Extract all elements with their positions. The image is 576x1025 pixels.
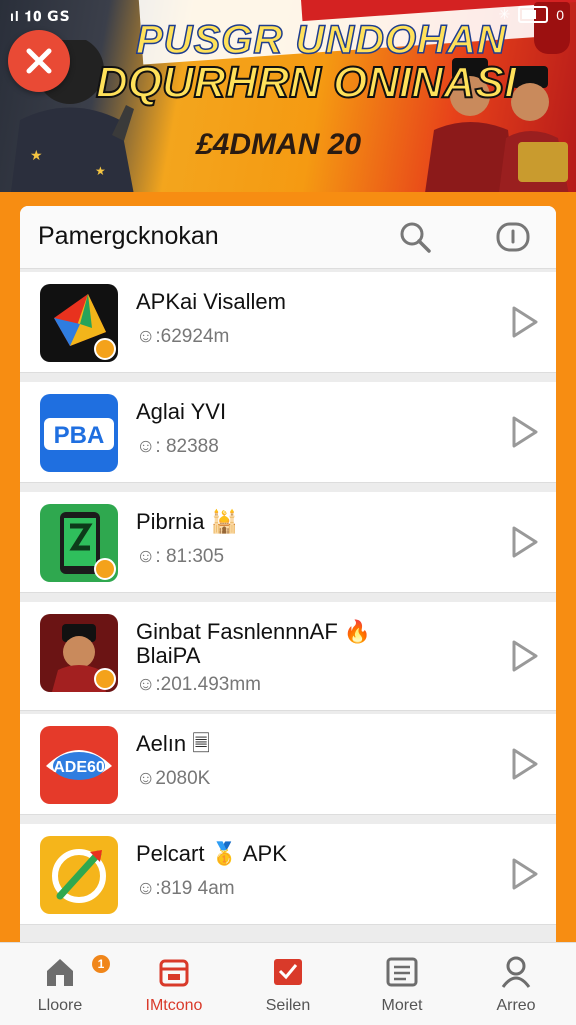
info-button[interactable] bbox=[494, 218, 532, 256]
app-name-line1: Ginbat FasnlennnAF 🔥 bbox=[136, 619, 372, 644]
list-item[interactable]: APKai Visallem ☺:62924m bbox=[20, 272, 556, 373]
app-name: APKai Visallem bbox=[136, 289, 286, 314]
search-icon bbox=[400, 222, 431, 253]
app-meta: ☺2080K bbox=[136, 768, 211, 789]
app-meta: ☺:62924m bbox=[136, 326, 230, 347]
bottom-navigation: 1 Lloore IMtcono Seilen Moret Arreo bbox=[0, 942, 576, 1025]
app-badge bbox=[94, 338, 116, 360]
banner-headline: PUSGR UNDOHAN bbox=[135, 17, 507, 63]
play-icon[interactable] bbox=[504, 636, 544, 676]
nav-home-label: Lloore bbox=[37, 997, 83, 1014]
nav-account[interactable]: Arreo bbox=[466, 953, 566, 1023]
pba-app-icon: PBA bbox=[40, 394, 118, 472]
battery-icon bbox=[518, 6, 549, 23]
nav-stats[interactable]: Seilen bbox=[238, 953, 338, 1023]
panel-header: Pamergcknokan bbox=[20, 206, 556, 269]
home-icon bbox=[47, 959, 73, 986]
ade-app-icon: ADE60 bbox=[40, 726, 118, 804]
banner-promo-text: £4DMAN 20 bbox=[196, 128, 362, 161]
nav-more-label: Moret bbox=[381, 997, 423, 1014]
info-icon bbox=[496, 222, 530, 252]
phone-s-app-icon bbox=[40, 504, 118, 582]
app-name: Pibrnia 🕌 bbox=[136, 509, 238, 534]
close-icon bbox=[26, 48, 52, 74]
app-name: Aglai YVI bbox=[136, 399, 227, 424]
app-name: Pelcart 🥇 APK bbox=[136, 841, 287, 866]
app-badge bbox=[94, 668, 116, 690]
user-icon bbox=[501, 956, 531, 988]
app-list-panel: Pamergcknokan APKai Visallem ☺:62924m PB… bbox=[20, 206, 556, 966]
app-meta: ☺:819 4am bbox=[136, 878, 235, 899]
svg-text:★: ★ bbox=[30, 147, 43, 163]
app-badge bbox=[94, 558, 116, 580]
app-name: Aelın 🗏 bbox=[136, 731, 210, 756]
nav-account-label: Arreo bbox=[496, 997, 536, 1014]
play-icon[interactable] bbox=[504, 854, 544, 894]
soldier-app-icon bbox=[40, 614, 118, 692]
play-icon[interactable] bbox=[504, 522, 544, 562]
svg-text:ADE60: ADE60 bbox=[53, 759, 105, 776]
list-icon bbox=[386, 957, 418, 987]
app-meta: ☺: 82388 bbox=[136, 436, 219, 457]
app-name: Ginbat FasnlennnAF 🔥 BlaiPA bbox=[136, 620, 371, 668]
play-icon[interactable] bbox=[504, 302, 544, 342]
app-meta: ☺: 81:305 bbox=[136, 546, 225, 567]
app-name-line2: BlaiPA bbox=[136, 643, 201, 668]
battery-level: 0 bbox=[556, 6, 564, 23]
kite-app-icon bbox=[40, 284, 118, 362]
notification-badge: 1 bbox=[92, 955, 110, 973]
signal-indicator: ıl 𝟏𝟎 𝗚𝗦 bbox=[10, 8, 71, 24]
svg-text:PBA: PBA bbox=[54, 422, 105, 449]
banner-subheadline: DQURHRN ONINASI bbox=[95, 57, 517, 108]
play-icon[interactable] bbox=[504, 412, 544, 452]
nav-store[interactable]: IMtcono bbox=[124, 953, 224, 1023]
close-button[interactable] bbox=[8, 30, 70, 92]
app-meta: ☺:201.493mm bbox=[136, 674, 262, 695]
compass-app-icon bbox=[40, 836, 118, 914]
svg-text:★: ★ bbox=[95, 164, 106, 178]
nav-store-label: IMtcono bbox=[145, 997, 203, 1014]
nav-home[interactable]: 1 Lloore bbox=[10, 953, 110, 1023]
list-item[interactable]: Ginbat FasnlennnAF 🔥 BlaiPA ☺:201.493mm bbox=[20, 602, 556, 711]
list-item[interactable]: ADE60 Aelın 🗏 ☺2080K bbox=[20, 714, 556, 815]
list-item[interactable]: Pibrnia 🕌 ☺: 81:305 bbox=[20, 492, 556, 593]
store-icon bbox=[159, 959, 189, 987]
promo-banner[interactable]: ★ ★ ıl 𝟏𝟎 𝗚𝗦 ✳ 0 PUSGR UNDOHAN DQURHRN O… bbox=[0, 0, 576, 192]
chart-icon bbox=[274, 959, 302, 985]
list-item[interactable]: PBA Aglai YVI ☺: 82388 bbox=[20, 382, 556, 483]
nav-stats-label: Seilen bbox=[265, 997, 311, 1014]
play-icon[interactable] bbox=[504, 744, 544, 784]
status-right: ✳ 0 bbox=[498, 6, 564, 23]
nav-more[interactable]: Moret bbox=[352, 953, 452, 1023]
list-item[interactable]: Pelcart 🥇 APK ☺:819 4am bbox=[20, 824, 556, 925]
search-button[interactable] bbox=[396, 218, 434, 256]
panel-title: Pamergcknokan bbox=[38, 222, 219, 250]
